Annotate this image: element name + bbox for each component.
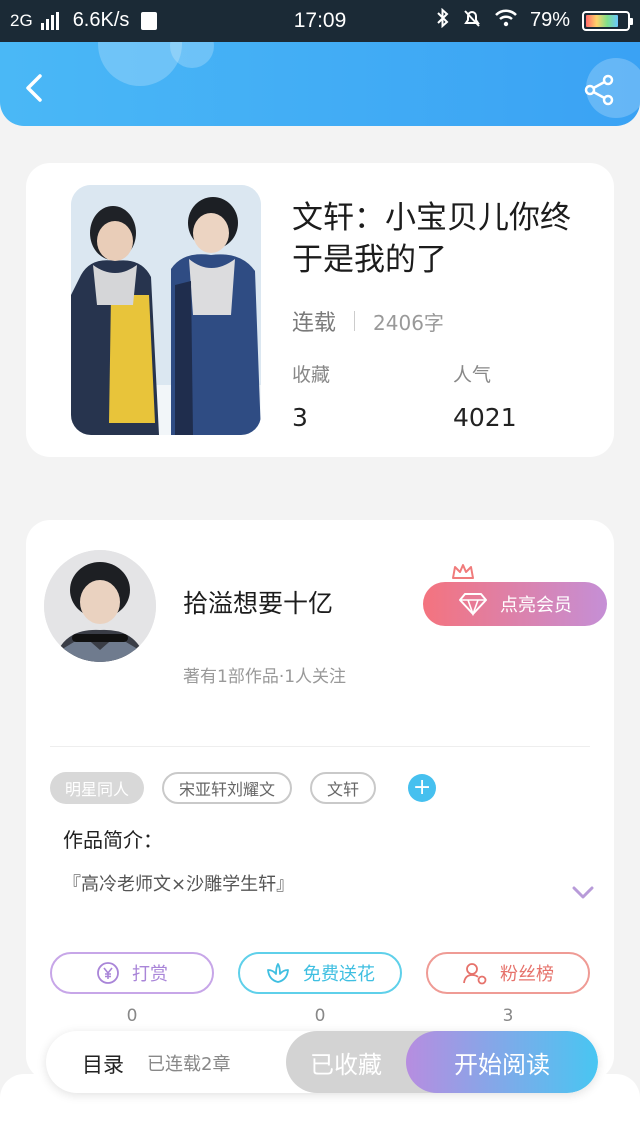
intro-text: 『高冷老师文×沙雕学生轩』 bbox=[63, 874, 295, 895]
book-cover-image[interactable] bbox=[71, 185, 261, 435]
crown-icon bbox=[452, 564, 474, 579]
add-tag-button[interactable]: + bbox=[408, 774, 437, 802]
top-app-bar bbox=[0, 42, 640, 126]
tag-list: 明星同人 宋亚轩刘耀文 文轩 + bbox=[50, 772, 437, 804]
chevron-down-icon[interactable] bbox=[569, 880, 597, 904]
author-name[interactable]: 拾溢想要十亿 bbox=[183, 584, 333, 620]
fans-ranking-label: 粉丝榜 bbox=[500, 964, 554, 985]
chevron-left-icon bbox=[26, 74, 42, 102]
fans-ranking-button[interactable]: 粉丝榜 bbox=[426, 952, 590, 994]
flower-count: 0 bbox=[314, 1006, 326, 1026]
stat-label: 收藏 bbox=[292, 364, 331, 386]
bottom-action-bar: 目录 已连载2章 已收藏 开始阅读 bbox=[46, 1031, 598, 1093]
word-count: 2406字 bbox=[373, 310, 444, 335]
cover-illustration bbox=[71, 185, 261, 435]
tag-chip[interactable]: 明星同人 bbox=[50, 772, 145, 804]
flower-icon bbox=[267, 963, 289, 983]
diamond-icon bbox=[459, 593, 487, 616]
serial-status: 连载 bbox=[292, 311, 337, 336]
table-of-contents-button[interactable]: 目录 bbox=[82, 1049, 124, 1079]
send-flower-button[interactable]: 免费送花 bbox=[238, 952, 402, 994]
start-reading-button[interactable]: 开始阅读 bbox=[406, 1031, 598, 1093]
author-avatar[interactable] bbox=[44, 550, 156, 662]
book-info-card: 文轩：小宝贝儿你终于是我的了 连载 2406字 收藏 3 人气 4021 bbox=[26, 163, 614, 457]
chapter-count: 已连载2章 bbox=[147, 1054, 231, 1075]
book-meta: 连载 2406字 bbox=[292, 305, 444, 337]
yen-coin-icon bbox=[97, 962, 119, 984]
stat-label: 人气 bbox=[453, 364, 492, 386]
wifi-icon bbox=[494, 9, 518, 32]
stat-popularity: 人气 4021 bbox=[453, 360, 517, 432]
book-title: 文轩：小宝贝儿你终于是我的了 bbox=[292, 200, 571, 278]
bluetooth-icon bbox=[436, 7, 450, 33]
share-button[interactable] bbox=[582, 72, 618, 108]
tip-count: 0 bbox=[126, 1006, 138, 1026]
author-stats: 著有1部作品·1人关注 bbox=[183, 667, 347, 687]
plus-icon: + bbox=[412, 775, 432, 800]
stat-favorites: 收藏 3 bbox=[292, 360, 330, 432]
back-button[interactable] bbox=[18, 70, 54, 106]
battery-percent: 79% bbox=[529, 9, 570, 31]
section-divider bbox=[50, 746, 590, 747]
tip-label: 打赏 bbox=[132, 964, 168, 985]
fans-count: 3 bbox=[502, 1006, 514, 1026]
meta-divider bbox=[354, 311, 356, 331]
status-bar: 2G 6.6K/s 17:09 79% bbox=[0, 0, 640, 42]
tag-chip[interactable]: 文轩 bbox=[310, 772, 377, 804]
vip-button-label: 点亮会员 bbox=[500, 595, 572, 616]
collected-label: 已收藏 bbox=[310, 1050, 382, 1079]
intro-heading: 作品简介： bbox=[63, 828, 163, 852]
avatar-illustration bbox=[44, 550, 156, 662]
mute-bell-icon bbox=[462, 8, 482, 33]
stat-value: 3 bbox=[292, 403, 308, 432]
share-icon bbox=[584, 74, 614, 106]
tip-button[interactable]: 打赏 bbox=[50, 952, 214, 994]
send-flower-label: 免费送花 bbox=[303, 964, 375, 985]
author-card: 拾溢想要十亿 著有1部作品·1人关注 点亮会员 明星同人 宋亚轩刘耀文 文轩 +… bbox=[26, 520, 614, 1080]
battery-icon bbox=[582, 10, 633, 31]
stat-value: 4021 bbox=[453, 403, 517, 432]
start-reading-label: 开始阅读 bbox=[454, 1050, 550, 1079]
tag-chip[interactable]: 宋亚轩刘耀文 bbox=[162, 772, 293, 804]
activate-vip-button[interactable]: 点亮会员 bbox=[423, 582, 607, 626]
user-rank-icon bbox=[463, 963, 487, 985]
